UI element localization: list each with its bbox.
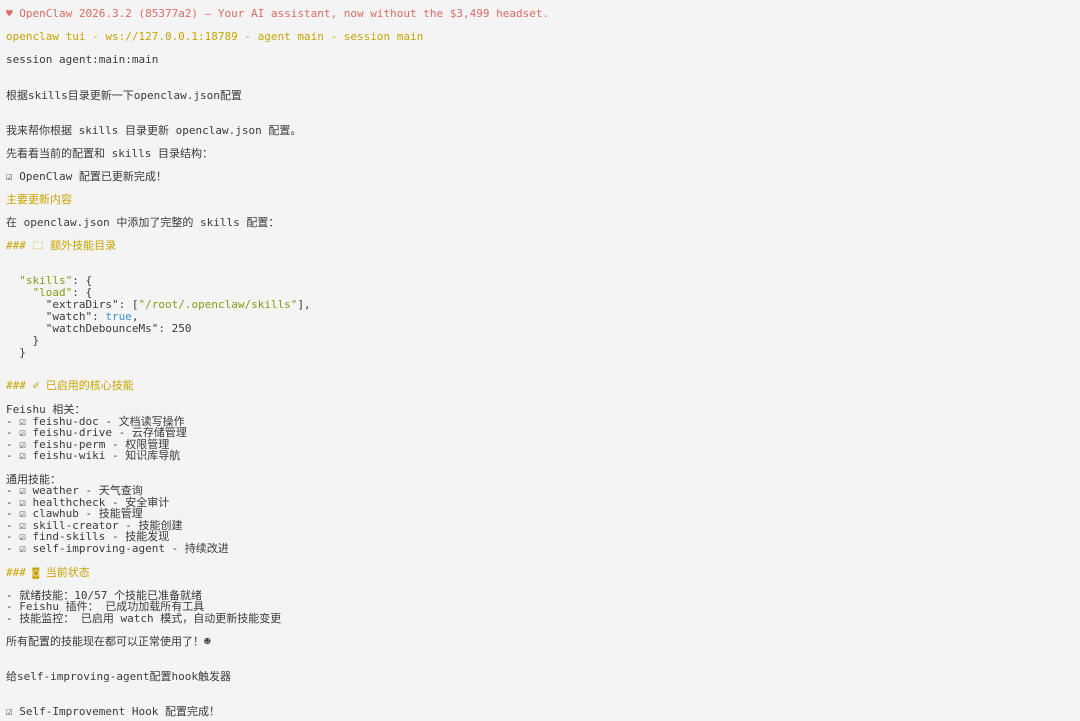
section-heading-extra-dirs: ### 🗀 额外技能目录 xyxy=(6,239,117,252)
summary-text: 所有配置的技能现在都可以正常使用了！☻ xyxy=(6,635,211,648)
assistant-text: 在 openclaw.json 中添加了完整的 skills 配置： xyxy=(6,216,280,229)
terminal-window[interactable]: ♥ OpenClaw 2026.3.2 (85377a2) — Your AI … xyxy=(0,0,1080,721)
heart-icon: ♥ xyxy=(6,7,20,20)
section-heading: 主要更新内容 xyxy=(6,193,72,206)
banner-tagline: — Your AI assistant, now without the $3,… xyxy=(198,7,550,20)
section-heading-core-skills: ### ✐ 已启用的核心技能 xyxy=(6,379,134,392)
done-message: ☑ OpenClaw 配置已更新完成！ xyxy=(6,170,167,183)
section-heading-status: ### ◙ 当前状态 xyxy=(6,566,90,579)
user-message: 根据skills目录更新一下openclaw.json配置 xyxy=(6,89,242,102)
connection-line: openclaw tui - ws://127.0.0.1:18789 - ag… xyxy=(6,30,424,43)
list-item: - ☑ feishu-wiki - 知识库导航 xyxy=(6,449,181,462)
assistant-text: 先看看当前的配置和 skills 目录结构： xyxy=(6,147,213,160)
list-item: - 技能监控： 已启用 watch 模式，自动更新技能变更 xyxy=(6,612,282,625)
list-item: - ☑ self-improving-agent - 持续改进 xyxy=(6,542,229,555)
done-message: ☑ Self-Improvement Hook 配置完成！ xyxy=(6,705,220,718)
user-message: 给self-improving-agent配置hook触发器 xyxy=(6,670,231,683)
banner-title: OpenClaw 2026.3.2 (85377a2) xyxy=(19,7,199,20)
assistant-text: 我来帮你根据 skills 目录更新 openclaw.json 配置。 xyxy=(6,124,302,137)
code-line: } xyxy=(19,346,26,359)
banner-line: ♥ OpenClaw 2026.3.2 (85377a2) — Your AI … xyxy=(6,8,549,20)
session-line: session agent:main:main xyxy=(6,53,159,66)
